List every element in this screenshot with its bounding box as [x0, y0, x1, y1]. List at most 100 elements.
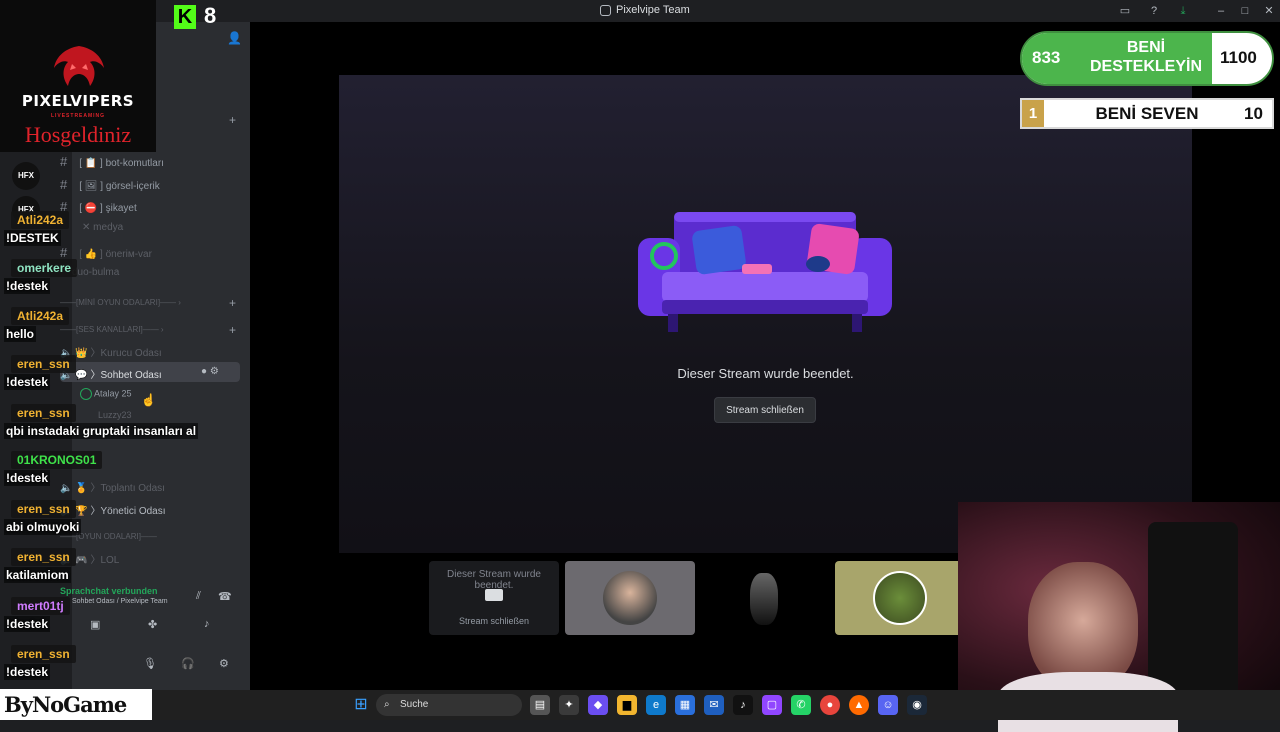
voice-location[interactable]: Sohbet Odası / Pixelvipe Team — [72, 598, 168, 605]
disconnect-icon[interactable]: ☎ — [218, 590, 232, 603]
kick-viewer-counter: K 8 — [156, 0, 250, 34]
goal-current: 833 — [1032, 48, 1061, 67]
voice-user-luzzy[interactable]: Luzzy23 — [98, 410, 132, 420]
close-stream-button[interactable]: Stream schließen — [714, 397, 816, 423]
add-channel-icon[interactable]: + — [229, 113, 236, 127]
chat-message: hello — [4, 326, 37, 342]
steam-icon[interactable]: ◉ — [907, 695, 927, 715]
voice-channel-meeting[interactable]: 🔈 🏅 〉Toplantı Odası — [60, 479, 165, 494]
chat-message: katilamiom — [4, 567, 71, 583]
chat-username: mert01tj — [11, 597, 70, 615]
channel-action-icons[interactable]: ● ⚙ — [201, 366, 219, 377]
channel-name: duo-bulma — [72, 267, 120, 278]
start-icon[interactable]: ⊞ — [351, 695, 371, 715]
microphone-icon[interactable]: 🎙 — [143, 657, 157, 670]
maximize-icon[interactable]: □ — [1237, 3, 1253, 19]
channel-sikayet[interactable]: #[ ⛔ ] şikayet — [60, 199, 137, 214]
participant-tile-3[interactable] — [835, 561, 965, 635]
mouse-cursor: ☝ — [141, 393, 156, 407]
brave-icon[interactable]: ▲ — [849, 695, 869, 715]
activities-icon[interactable]: ✤ — [148, 618, 157, 631]
edge-icon[interactable]: e — [646, 695, 666, 715]
speaker-icon: 🔈 — [60, 483, 73, 494]
logo-subtitle: LIVESTREAMING — [50, 113, 106, 119]
participant-tile-1[interactable] — [565, 561, 695, 635]
settings-gear-icon[interactable]: ⚙ — [219, 657, 229, 670]
search-placeholder: Suche — [400, 699, 429, 710]
chat-username: eren_ssn — [11, 500, 76, 518]
download-icon[interactable]: ⤓ — [1175, 3, 1191, 19]
stream-ended-message: Dieser Stream wurde beendet. — [677, 366, 854, 381]
user-avatar — [80, 388, 92, 400]
app-icon[interactable]: ◆ — [588, 695, 608, 715]
minimize-icon[interactable]: – — [1213, 3, 1229, 19]
soundboard-icon[interactable]: ♪ — [204, 618, 210, 630]
channel-bot-komutlari[interactable]: #[ 📋 ] bot-komutları — [60, 154, 164, 169]
chat-username: eren_ssn — [11, 645, 76, 663]
chat-message: qbi instadaki gruptaki insanları al — [4, 423, 199, 439]
server-icon-hfx[interactable]: HFX — [12, 162, 40, 190]
chat-username: eren_ssn — [11, 404, 76, 422]
screen-share-button-icon[interactable]: ▣ — [90, 618, 100, 631]
window-title: Pixelvipe Team — [600, 4, 690, 16]
tiktok-icon[interactable]: ♪ — [733, 695, 753, 715]
channel-emoji: 👍 — [84, 249, 98, 260]
viper-logo-icon — [54, 46, 104, 86]
channel-name: şikayet — [105, 203, 137, 214]
voice-user-name: Atalay 25 — [94, 388, 132, 399]
voice-connected-status: Sprachchat verbunden — [60, 586, 158, 596]
participant-tile-2[interactable] — [700, 561, 830, 635]
voice-channel-admin[interactable]: 🔈 🏆 〉Yönetici Odası — [60, 502, 166, 517]
file-explorer-icon[interactable]: ▆ — [617, 695, 637, 715]
category-label: MİNİ OYUN ODALARI — [78, 298, 158, 307]
tile-ended-stream[interactable]: Dieser Stream wurde beendet. Stream schl… — [429, 561, 559, 635]
channel-duo-bulma[interactable]: duo-bulma — [72, 267, 119, 278]
voice-user-name: Luzzy23 — [98, 410, 132, 420]
channel-name: bot-komutları — [105, 158, 164, 169]
support-goal-widget: 833 BENİ DESTEKLEYİN 1100 — [1020, 31, 1274, 86]
logo-title: PIXELVIPERS — [21, 92, 135, 110]
chat-message: !destek — [4, 470, 51, 486]
window-title-text: Pixelvipe Team — [616, 4, 690, 16]
chat-username: eren_ssn — [11, 355, 76, 373]
channel-onerim-var[interactable]: #[ 👍 ] öneriм-var — [60, 245, 152, 260]
category-label: OYUN ODALARI — [78, 532, 139, 541]
discord-taskbar-icon[interactable]: ☺ — [878, 695, 898, 715]
channel-name: LOL — [100, 555, 120, 566]
couch-illustration — [638, 212, 892, 332]
noise-suppression-icon[interactable]: ⫽ — [196, 590, 201, 603]
chat-message: abi olmuyoki — [4, 519, 82, 535]
category-voice[interactable]: ——[SES KANALLARI]—— › — [60, 325, 164, 334]
add-channel-icon-3[interactable]: + — [229, 323, 236, 337]
channel-name: Yönetici Odası — [100, 506, 166, 517]
voice-user-atalay[interactable]: Atalay 25 — [80, 388, 132, 400]
chat-username: Atli242a — [11, 307, 70, 325]
taskbar-search[interactable]: ⌕ Suche — [376, 694, 522, 716]
kick-logo-icon: K — [174, 5, 196, 29]
streamer-logo: PIXELVIPERS LIVESTREAMING Hosgeldiniz — [0, 0, 156, 152]
discord-icon — [600, 4, 611, 16]
chat-username: omerkere — [11, 259, 78, 277]
category-label: SES KANALLARI — [78, 325, 141, 334]
whatsapp-icon[interactable]: ✆ — [791, 695, 811, 715]
channel-gorsel-icerik[interactable]: #[ 🖼 ] görsel-içerik — [60, 177, 160, 192]
task-view-icon[interactable]: ▤ — [530, 695, 550, 715]
copilot-icon[interactable]: ✦ — [559, 695, 579, 715]
category-mini-games[interactable]: ——[MİNİ OYUN ODALARI]—— › — [60, 298, 181, 307]
viewer-count: 8 — [204, 3, 217, 28]
channel-name: medya — [93, 222, 124, 233]
add-channel-icon-2[interactable]: + — [229, 296, 236, 310]
goal-target: 1100 — [1220, 48, 1257, 67]
app-icon-2[interactable]: ✉ — [704, 695, 724, 715]
store-icon[interactable]: ▦ — [675, 695, 695, 715]
chrome-icon[interactable]: ● — [820, 695, 840, 715]
search-icon: ⌕ — [384, 699, 390, 710]
channel-medya[interactable]: ✕ medya — [82, 222, 123, 233]
top-fan-widget: 1 BENİ SEVEN 10 — [1020, 98, 1274, 129]
screen-share-icon[interactable]: ▭ — [1117, 3, 1133, 19]
headset-icon[interactable]: 🎧 — [181, 657, 195, 670]
close-window-icon[interactable]: ✕ — [1261, 3, 1277, 19]
help-icon[interactable]: ? — [1146, 3, 1162, 19]
top-fan-count: 10 — [1244, 104, 1263, 123]
twitch-icon[interactable]: ▢ — [762, 695, 782, 715]
